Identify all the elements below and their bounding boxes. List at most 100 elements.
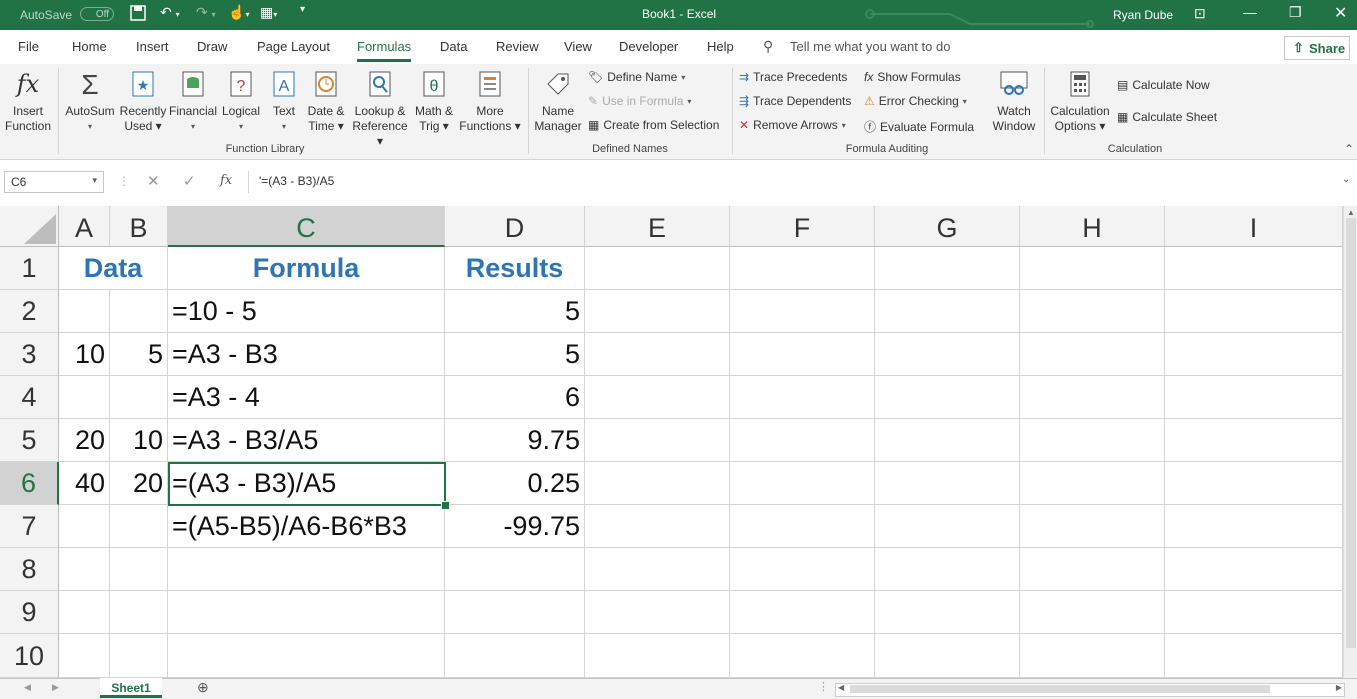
cell-h6[interactable] xyxy=(1020,462,1165,505)
cell-g5[interactable] xyxy=(875,419,1020,462)
ribbon-display-options-icon[interactable]: ⊡ xyxy=(1194,5,1206,22)
trace-precedents-button[interactable]: ⇉ Trace Precedents xyxy=(739,70,847,84)
expand-formula-bar-icon[interactable]: ⌄ xyxy=(1342,174,1350,185)
column-header-i[interactable]: I xyxy=(1165,206,1343,247)
cancel-entry-icon[interactable]: ✕ xyxy=(147,172,160,190)
scroll-left-icon[interactable]: ◀ xyxy=(838,683,844,692)
cell-f10[interactable] xyxy=(730,634,875,678)
cell-d2[interactable]: 5 xyxy=(445,290,585,333)
tab-insert[interactable]: Insert xyxy=(136,39,169,54)
cell-g6[interactable] xyxy=(875,462,1020,505)
cell-d9[interactable] xyxy=(445,591,585,634)
cell-b10[interactable] xyxy=(110,634,168,678)
financial-button[interactable]: Financial ▾ xyxy=(168,64,218,134)
cell-d5[interactable]: 9.75 xyxy=(445,419,585,462)
cell-f1[interactable] xyxy=(730,247,875,290)
cell-f3[interactable] xyxy=(730,333,875,376)
column-header-b[interactable]: B xyxy=(110,206,168,247)
row-header-6[interactable]: 6 xyxy=(0,462,59,505)
scroll-up-icon[interactable]: ▲ xyxy=(1347,208,1355,217)
save-icon[interactable] xyxy=(130,5,146,24)
tab-page-layout[interactable]: Page Layout xyxy=(257,39,330,54)
calculation-options-button[interactable]: Calculation Options ▾ xyxy=(1048,64,1112,134)
recently-used-button[interactable]: ★ Recently Used ▾ xyxy=(118,64,168,134)
row-header-1[interactable]: 1 xyxy=(0,247,59,290)
define-name-button[interactable]: 🏷 Define Name ▾ xyxy=(588,70,685,84)
select-all-button[interactable] xyxy=(0,206,59,247)
cell-d6[interactable]: 0.25 xyxy=(445,462,585,505)
remove-arrows-button[interactable]: ✕ Remove Arrows ▾ xyxy=(739,118,846,132)
cell-b3[interactable]: 5 xyxy=(110,333,168,376)
h-scroll-thumb[interactable] xyxy=(850,685,1270,693)
tab-developer[interactable]: Developer xyxy=(619,39,678,54)
name-box-dropdown-icon[interactable]: ▾ xyxy=(92,175,97,186)
show-formulas-button[interactable]: fx Show Formulas xyxy=(864,70,961,84)
share-button[interactable]: ⇧ Share xyxy=(1284,36,1350,60)
cell-d4[interactable]: 6 xyxy=(445,376,585,419)
cell-i1[interactable] xyxy=(1165,247,1343,290)
cell-d8[interactable] xyxy=(445,548,585,591)
customize-qat-icon[interactable]: ▾ xyxy=(300,4,305,15)
cell-c10[interactable] xyxy=(168,634,445,678)
tell-me-input[interactable]: Tell me what you want to do xyxy=(790,39,950,54)
text-button[interactable]: A Text ▾ xyxy=(266,64,302,134)
row-header-4[interactable]: 4 xyxy=(0,376,59,419)
cell-g2[interactable] xyxy=(875,290,1020,333)
prev-sheet-icon[interactable]: ◀ xyxy=(24,682,31,693)
tab-help[interactable]: Help xyxy=(707,39,734,54)
autosave-toggle[interactable]: Off xyxy=(80,7,114,21)
insert-function-icon[interactable]: fx xyxy=(220,173,232,188)
cell-i10[interactable] xyxy=(1165,634,1343,678)
cell-d3[interactable]: 5 xyxy=(445,333,585,376)
cell-b8[interactable] xyxy=(110,548,168,591)
cell-c5[interactable]: =A3 - B3/A5 xyxy=(168,419,445,462)
cell-i7[interactable] xyxy=(1165,505,1343,548)
formula-bar-handle-icon[interactable]: ⋮ xyxy=(118,174,130,188)
cell-c2[interactable]: =10 - 5 xyxy=(168,290,445,333)
cell-i9[interactable] xyxy=(1165,591,1343,634)
cell-h3[interactable] xyxy=(1020,333,1165,376)
column-header-c[interactable]: C xyxy=(168,206,445,247)
cell-c8[interactable] xyxy=(168,548,445,591)
cell-f7[interactable] xyxy=(730,505,875,548)
row-header-9[interactable]: 9 xyxy=(0,591,59,634)
name-manager-button[interactable]: Name Manager xyxy=(532,64,584,134)
cell-i5[interactable] xyxy=(1165,419,1343,462)
evaluate-formula-button[interactable]: ⓕ Evaluate Formula xyxy=(864,118,974,135)
date-time-button[interactable]: Date & Time ▾ xyxy=(302,64,350,134)
column-header-f[interactable]: F xyxy=(730,206,875,247)
cell-c7[interactable]: =(A5-B5)/A6-B6*B3 xyxy=(168,505,445,548)
cell-a2[interactable] xyxy=(59,290,110,333)
cell-e10[interactable] xyxy=(585,634,730,678)
column-header-h[interactable]: H xyxy=(1020,206,1165,247)
column-header-a[interactable]: A xyxy=(59,206,110,247)
cell-d1-results-header[interactable]: Results xyxy=(445,247,585,290)
name-box[interactable]: C6 ▾ xyxy=(4,171,104,193)
cell-b7[interactable] xyxy=(110,505,168,548)
cell-a4[interactable] xyxy=(59,376,110,419)
cell-c3[interactable]: =A3 - B3 xyxy=(168,333,445,376)
row-header-3[interactable]: 3 xyxy=(0,333,59,376)
cell-i8[interactable] xyxy=(1165,548,1343,591)
tab-draw[interactable]: Draw xyxy=(197,39,227,54)
cell-a10[interactable] xyxy=(59,634,110,678)
cell-a9[interactable] xyxy=(59,591,110,634)
cell-g3[interactable] xyxy=(875,333,1020,376)
cell-i4[interactable] xyxy=(1165,376,1343,419)
cell-g9[interactable] xyxy=(875,591,1020,634)
cell-a6[interactable]: 40 xyxy=(59,462,110,505)
logical-button[interactable]: ? Logical ▾ xyxy=(218,64,264,134)
cell-f6[interactable] xyxy=(730,462,875,505)
autosum-button[interactable]: Σ AutoSum ▾ xyxy=(62,64,118,134)
user-name[interactable]: Ryan Dube xyxy=(1113,8,1173,22)
tab-review[interactable]: Review xyxy=(496,39,539,54)
cell-h9[interactable] xyxy=(1020,591,1165,634)
vertical-scrollbar[interactable]: ▲ xyxy=(1343,206,1357,678)
tab-home[interactable]: Home xyxy=(72,39,107,54)
row-header-2[interactable]: 2 xyxy=(0,290,59,333)
cell-f9[interactable] xyxy=(730,591,875,634)
cell-a3[interactable]: 10 xyxy=(59,333,110,376)
restore-icon[interactable]: ❐ xyxy=(1289,4,1302,21)
fill-handle[interactable] xyxy=(441,501,450,510)
cell-e6[interactable] xyxy=(585,462,730,505)
